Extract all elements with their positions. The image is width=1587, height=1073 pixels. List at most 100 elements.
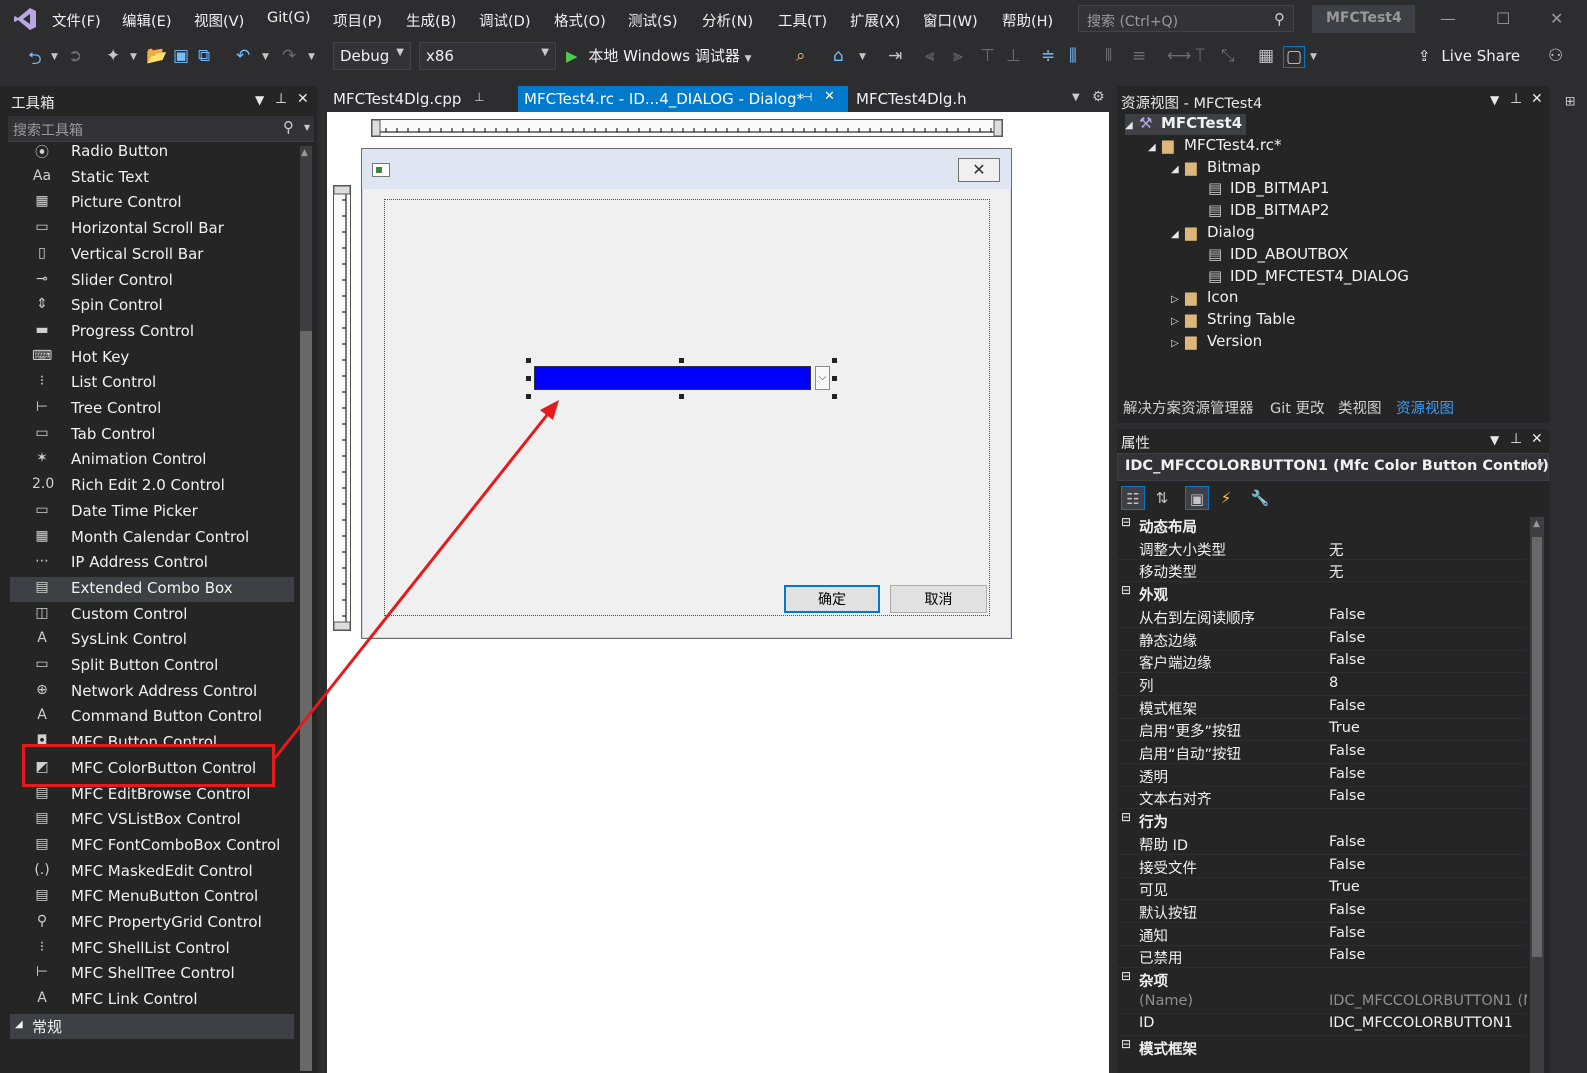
toolbox-item[interactable]: ▭ Tab Control [10,423,294,448]
cancel-button[interactable]: 取消 [890,585,987,613]
property-row[interactable]: 移动类型 无 [1117,559,1527,583]
collapse-icon[interactable]: ⊟ [1121,1037,1131,1051]
ok-button[interactable]: 确定 [784,585,880,613]
menu-item[interactable]: 测试(S) [628,10,678,31]
toolbox-item[interactable]: A MFC Link Control [10,988,294,1013]
tree-node[interactable]: ◢ ▆ Dialog [1171,223,1255,244]
property-value[interactable]: False [1329,698,1365,714]
resize-handle-w[interactable] [526,376,531,381]
resize-handle-se[interactable] [832,394,837,399]
toolbox-search-input[interactable]: 搜索工具箱 ⚲ ▼ [8,116,314,142]
property-value[interactable]: False [1329,766,1365,782]
property-value[interactable]: False [1329,925,1365,941]
property-row[interactable]: 列8 [1117,673,1527,696]
toolbox-item[interactable]: ▤ Extended Combo Box [10,576,294,602]
property-value[interactable]: 无 [1329,539,1344,560]
property-row[interactable]: 已禁用 False [1117,945,1527,969]
toolbox-item[interactable]: ⊢ Tree Control [10,397,294,422]
object-selector[interactable]: IDC_MFCCOLORBUTTON1 (Mfc Color Button Co… [1117,453,1549,481]
toolbox-item[interactable]: ▦ Month Calendar Control [10,526,294,551]
toggle-grid-icon[interactable]: ▦ [1258,46,1274,66]
mfc-color-button-control[interactable]: ⌵ [526,358,837,399]
property-value[interactable]: 无 [1329,561,1344,582]
tab-mfctest4dlg-h[interactable]: MFCTest4Dlg.h [852,86,1002,112]
minimize-icon[interactable]: — [1440,9,1456,28]
tree-node[interactable]: ▷ ▆ String Table [1171,310,1295,331]
tree-node[interactable]: ▷ ▆ Version [1171,332,1262,353]
align-right-icon[interactable]: ⫸ [953,46,963,66]
scrollbar-thumb[interactable] [300,331,312,1071]
expand-toggle-icon[interactable]: ▷ [1171,338,1185,349]
property-value[interactable]: 8 [1329,675,1338,691]
property-row[interactable]: 调整大小类型 无 [1117,537,1527,560]
property-row[interactable]: 通知 False [1117,923,1527,946]
property-row[interactable]: 透明 False [1117,764,1527,787]
visual-studio-logo-icon[interactable] [12,6,38,32]
live-share-button[interactable]: ⇪ Live Share [1418,47,1520,65]
resize-handle-e[interactable] [832,376,837,381]
undo-dropdown-icon[interactable]: ▼ [262,52,269,62]
toolbox-item[interactable]: ▬ Progress Control [10,320,294,345]
property-value[interactable]: IDC_MFCCOLORBUTTON1 [1329,1015,1513,1031]
menu-item[interactable]: 调试(D) [479,10,530,31]
space-across-icon[interactable]: ⫴ [1105,46,1112,66]
pin-icon[interactable]: ⊥ [474,90,484,104]
resize-handle-n[interactable] [679,358,684,363]
alphabetical-icon[interactable]: ⇅ [1150,486,1174,510]
property-value[interactable]: False [1329,788,1365,804]
property-value[interactable]: False [1329,947,1365,963]
toolbox-item[interactable]: ⊢ MFC ShellTree Control [10,962,294,987]
panel-menu-icon[interactable]: ▼ [1490,93,1499,107]
property-category[interactable]: ⊟ 行为 [1117,809,1527,831]
property-row[interactable]: 可见 True [1117,877,1527,901]
collapse-icon[interactable]: ⊟ [1121,810,1131,824]
resize-handle-nw[interactable] [526,358,531,363]
property-row[interactable]: 客户端边缘 False [1117,650,1527,674]
explorer-tab[interactable]: 解决方案资源管理器 [1123,397,1254,418]
categorized-icon[interactable]: ☷ [1121,486,1145,510]
tree-node[interactable]: ▤ IDB_BITMAP2 [1194,201,1329,222]
feedback-icon[interactable]: ⚇ [1548,46,1563,66]
property-row[interactable]: 默认按钮 False [1117,900,1527,923]
property-value[interactable]: True [1329,720,1360,736]
toolbox-item[interactable]: ◫ Custom Control [10,603,294,628]
resize-handle-ne[interactable] [832,358,837,363]
align-bottom-icon[interactable]: ⊥ [1006,46,1021,66]
toolbox-item[interactable]: ⚲ MFC PropertyGrid Control [10,911,294,936]
menu-item[interactable]: 文件(F) [52,10,101,31]
menu-item[interactable]: 视图(V) [194,10,244,31]
platform-select[interactable]: x86 ▼ [419,42,556,70]
toolbox-item[interactable]: ⁝ MFC ShellList Control [10,937,294,962]
property-value[interactable]: False [1329,630,1365,646]
menu-item[interactable]: 生成(B) [406,10,456,31]
center-horizontal-icon[interactable]: ⫼ [1069,46,1077,66]
property-row[interactable]: 启用“自动”按钮 False [1117,741,1527,764]
property-row[interactable]: ID IDC_MFCCOLORBUTTON1 [1117,1013,1527,1037]
resize-handle-sw[interactable] [526,394,531,399]
menu-item[interactable]: 扩展(X) [850,10,900,31]
explorer-tab[interactable]: Git 更改 [1270,397,1325,418]
close-panel-icon[interactable]: ✕ [297,91,309,107]
toolbox-item[interactable]: A SysLink Control [10,628,294,653]
color-swatch[interactable] [534,366,811,390]
test-dialog-icon[interactable]: ⇥ [888,46,902,66]
align-top-icon[interactable]: ⊤ [980,46,995,66]
close-panel-icon[interactable]: ✕ [1531,91,1543,107]
search-options-icon[interactable]: ▼ [304,123,310,132]
scrollbar-thumb[interactable] [1532,537,1542,957]
toolbox-item[interactable]: ⦿ Radio Button [10,140,294,165]
property-row[interactable]: 帮助 ID False [1117,832,1527,855]
space-down-icon[interactable]: ≡ [1132,46,1146,66]
property-category[interactable]: ⊟ 外观 [1117,582,1527,604]
menu-item[interactable]: 分析(N) [702,10,753,31]
scroll-up-icon[interactable]: ▲ [1533,519,1540,529]
configuration-select[interactable]: Debug ▼ [333,42,411,70]
toolbox-item[interactable]: ⌨ Hot Key [10,346,294,371]
gear-icon[interactable]: ⚙ [1092,89,1105,105]
redo-icon[interactable]: ↷ [282,46,296,66]
menu-item[interactable]: Git(G) [267,10,311,26]
property-value[interactable]: False [1329,834,1365,850]
toolbox-scrollbar[interactable]: ▲ [300,146,312,1071]
property-category[interactable]: ⊟ 杂项 [1117,968,1527,990]
property-row[interactable]: 文本右对齐 False [1117,786,1527,810]
